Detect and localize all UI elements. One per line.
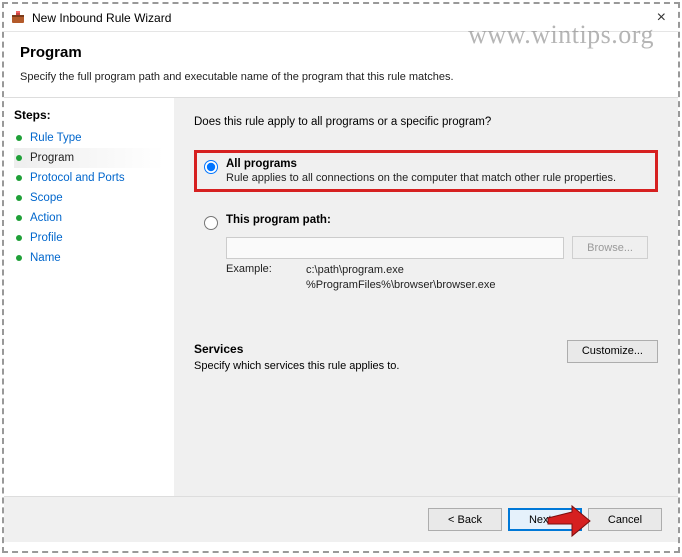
option-path-title: This program path:: [226, 214, 331, 226]
step-label: Profile: [30, 232, 63, 244]
step-label: Protocol and Ports: [30, 172, 125, 184]
option-all-desc: Rule applies to all connections on the c…: [226, 172, 616, 184]
titlebar: New Inbound Rule Wizard ×: [4, 4, 678, 32]
close-icon[interactable]: ×: [651, 9, 672, 27]
cancel-button[interactable]: Cancel: [588, 508, 662, 531]
bullet-icon: [16, 135, 22, 141]
wizard-footer: < Back Next > Cancel: [4, 496, 678, 542]
step-profile[interactable]: Profile: [14, 228, 164, 248]
bullet-icon: [16, 215, 22, 221]
steps-sidebar: Steps: Rule Type Program Protocol and Po…: [4, 98, 174, 496]
step-label: Rule Type: [30, 132, 82, 144]
step-scope[interactable]: Scope: [14, 188, 164, 208]
back-button[interactable]: < Back: [428, 508, 502, 531]
bullet-icon: [16, 195, 22, 201]
bullet-icon: [16, 155, 22, 161]
wizard-header: Program Specify the full program path an…: [4, 32, 678, 98]
steps-heading: Steps:: [14, 108, 164, 122]
radio-all-programs[interactable]: [204, 160, 218, 174]
step-rule-type[interactable]: Rule Type: [14, 128, 164, 148]
browse-button[interactable]: Browse...: [572, 236, 648, 259]
bullet-icon: [16, 235, 22, 241]
step-label: Name: [30, 252, 61, 264]
customize-button[interactable]: Customize...: [567, 340, 658, 363]
bullet-icon: [16, 175, 22, 181]
bullet-icon: [16, 255, 22, 261]
step-label: Action: [30, 212, 62, 224]
wizard-icon: [10, 10, 26, 26]
next-button[interactable]: Next >: [508, 508, 582, 531]
content-panel: Does this rule apply to all programs or …: [174, 98, 678, 496]
option-all-title: All programs: [226, 158, 616, 170]
example-label: Example:: [226, 263, 306, 294]
example-path-2: %ProgramFiles%\browser\browser.exe: [306, 278, 496, 293]
step-label: Program: [30, 152, 74, 164]
option-all-programs: All programs Rule applies to all connect…: [194, 150, 658, 192]
step-action[interactable]: Action: [14, 208, 164, 228]
radio-this-program-path[interactable]: [204, 216, 218, 230]
option-program-path: This program path: Browse... Example: c:…: [194, 206, 658, 302]
program-path-input[interactable]: [226, 237, 564, 259]
step-label: Scope: [30, 192, 63, 204]
services-section: Customize... Services Specify which serv…: [194, 342, 658, 372]
step-name[interactable]: Name: [14, 248, 164, 268]
window-title: New Inbound Rule Wizard: [32, 11, 171, 25]
example-path-1: c:\path\program.exe: [306, 263, 496, 278]
page-subtitle: Specify the full program path and execut…: [20, 71, 662, 83]
question-text: Does this rule apply to all programs or …: [194, 116, 658, 128]
step-protocol-ports[interactable]: Protocol and Ports: [14, 168, 164, 188]
page-title: Program: [20, 44, 662, 61]
step-program[interactable]: Program: [14, 148, 164, 168]
